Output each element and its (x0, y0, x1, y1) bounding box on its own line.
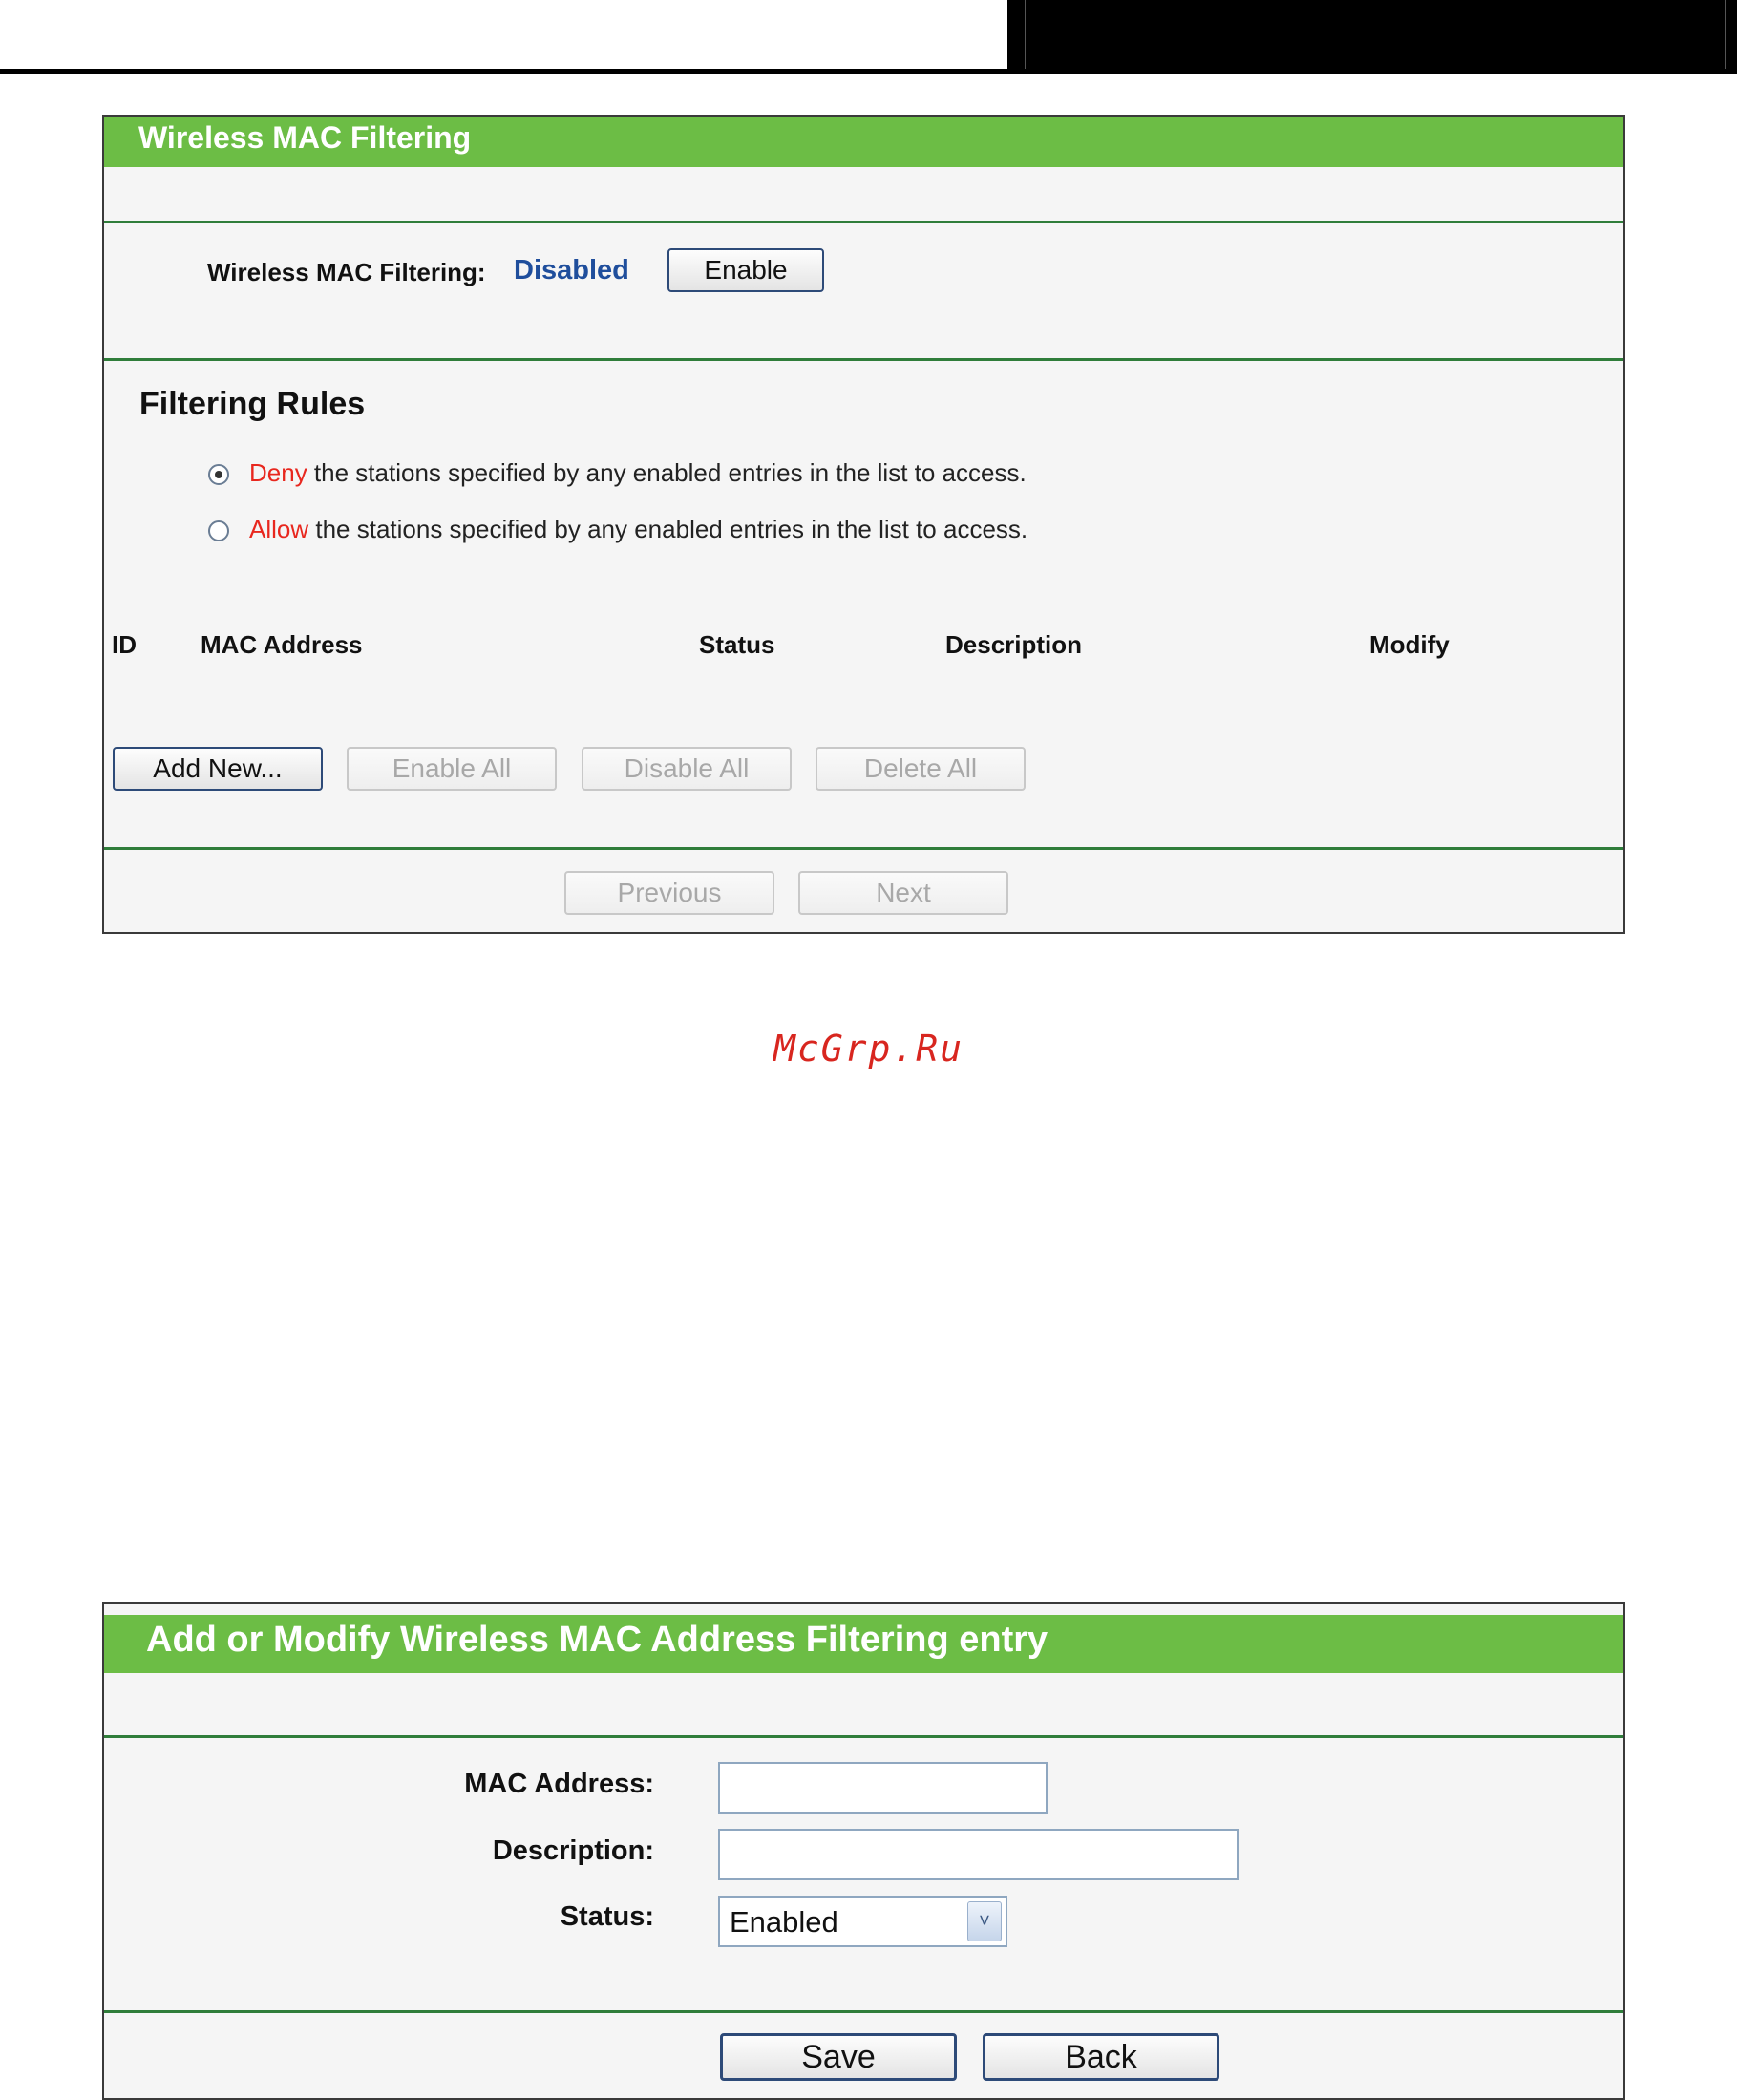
divider (104, 221, 1623, 223)
enable-all-button[interactable]: Enable All (347, 747, 557, 791)
add-modify-entry-panel: Add or Modify Wireless MAC Address Filte… (102, 1602, 1625, 2100)
allow-rule-text: Allow the stations specified by any enab… (249, 515, 1027, 544)
status-selected-value: Enabled (730, 1905, 838, 1939)
panel-title-bar: Wireless MAC Filtering (104, 117, 1623, 167)
back-button[interactable]: Back (983, 2033, 1219, 2081)
mac-filtering-panel: Wireless MAC Filtering Wireless MAC Filt… (102, 115, 1625, 934)
description-input[interactable] (718, 1829, 1239, 1880)
status-select[interactable]: Enabled ˅ (718, 1896, 1007, 1947)
deny-rule-description: the stations specified by any enabled en… (307, 458, 1027, 487)
description-label: Description: (492, 1835, 654, 1866)
delete-all-button[interactable]: Delete All (816, 747, 1026, 791)
chevron-down-icon[interactable]: ˅ (967, 1901, 1002, 1941)
header-block (1007, 0, 1737, 74)
watermark-text: McGrp.Ru (773, 1028, 964, 1070)
next-button[interactable]: Next (798, 871, 1008, 915)
mac-filtering-status-value: Disabled (514, 255, 629, 286)
header-inset-left (1025, 0, 1026, 69)
disable-all-button[interactable]: Disable All (582, 747, 792, 791)
column-header-modify: Modify (1369, 630, 1450, 659)
deny-keyword: Deny (249, 458, 307, 487)
allow-rule-description: the stations specified by any enabled en… (308, 515, 1028, 543)
status-label: Status: (560, 1901, 654, 1932)
divider (104, 1735, 1623, 1738)
header-rule (0, 69, 1007, 74)
enable-button[interactable]: Enable (667, 248, 824, 292)
mac-address-label: MAC Address: (464, 1769, 654, 1799)
column-header-mac-address: MAC Address (201, 630, 363, 659)
page-title: Wireless MAC Filtering (138, 120, 472, 155)
column-header-status: Status (699, 630, 775, 659)
panel-title-bar: Add or Modify Wireless MAC Address Filte… (104, 1615, 1623, 1673)
divider (104, 2010, 1623, 2013)
allow-radio[interactable] (208, 520, 229, 541)
deny-rule-text: Deny the stations specified by any enabl… (249, 458, 1027, 488)
filtering-rules-heading: Filtering Rules (139, 386, 366, 422)
mac-filtering-status-label: Wireless MAC Filtering: (207, 258, 486, 286)
column-header-id: ID (112, 630, 137, 659)
deny-radio[interactable] (208, 464, 229, 485)
save-button[interactable]: Save (720, 2033, 957, 2081)
allow-keyword: Allow (249, 515, 309, 543)
column-header-description: Description (945, 630, 1083, 659)
mac-address-input[interactable] (718, 1762, 1048, 1814)
form-title: Add or Modify Wireless MAC Address Filte… (146, 1620, 1049, 1660)
previous-button[interactable]: Previous (564, 871, 774, 915)
divider (104, 847, 1623, 850)
header-inset-right (1725, 0, 1726, 69)
add-new-button[interactable]: Add New... (113, 747, 323, 791)
divider (104, 358, 1623, 361)
